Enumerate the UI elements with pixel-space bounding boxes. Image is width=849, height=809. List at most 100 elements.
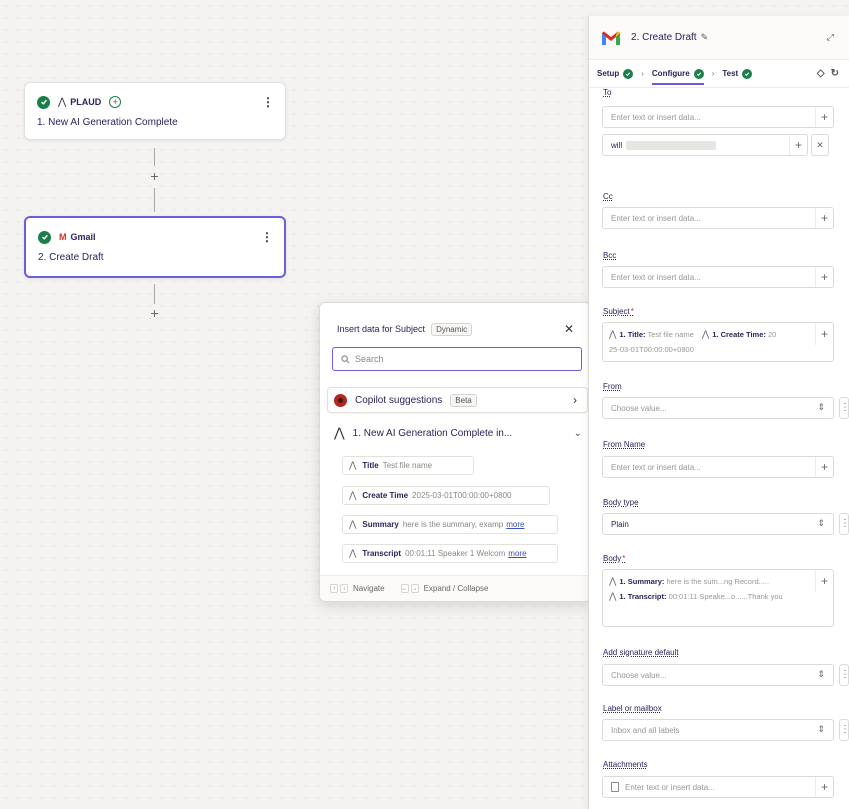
select-arrows-icon: ⇕ — [817, 724, 825, 734]
add-step-plus-icon[interactable]: + — [148, 169, 161, 183]
insert-data-plus-icon[interactable]: + — [815, 457, 833, 477]
tab-test[interactable]: Test — [722, 68, 753, 79]
plaud-logo-icon: ⋀ — [609, 576, 617, 586]
arrow-left-key-icon: ← — [400, 584, 409, 593]
chip-key: 1. Transcript: — [619, 592, 667, 601]
gmail-logo-icon: M — [59, 232, 67, 242]
search-icon — [341, 354, 350, 363]
copilot-label: Copilot suggestions — [355, 394, 443, 406]
data-item-title[interactable]: ⋀ Title Test file name — [342, 456, 474, 475]
add-step-icon[interactable]: + — [109, 96, 122, 108]
plaud-logo-icon: ⋀ — [609, 591, 617, 601]
panel-title: 2. Create Draft — [631, 32, 697, 43]
insert-data-plus-icon[interactable]: + — [789, 135, 807, 155]
check-icon — [38, 230, 51, 244]
chevron-right-icon: › — [711, 69, 715, 78]
body-field[interactable]: ⋀ 1. Summary: here is the sum...ng Record… — [602, 569, 834, 627]
close-icon[interactable]: ✕ — [564, 322, 574, 336]
subject-chip-title[interactable]: ⋀ 1. Title: Test file name — [609, 329, 694, 339]
to-field[interactable]: Enter text or insert data... + — [602, 106, 834, 128]
attachments-placeholder: Enter text or insert data... — [625, 782, 715, 792]
plaud-logo-icon: ⋀ — [609, 329, 617, 339]
insert-data-plus-icon[interactable]: + — [815, 777, 833, 797]
step-card-plaud[interactable]: ⋀ PLAUD + ⋮ 1. New AI Generation Complet… — [24, 82, 286, 140]
subject-chip-create-time[interactable]: ⋀ 1. Create Time: 20 — [702, 329, 777, 339]
from-placeholder: Choose value... — [611, 403, 667, 413]
field-options-icon[interactable]: ⋮ — [839, 397, 849, 419]
plaud-logo-icon: ⋀ — [349, 548, 357, 558]
data-item-transcript[interactable]: ⋀ Transcript 00:01:11 Speaker 1 Welcom m… — [342, 544, 558, 563]
field-options-icon[interactable]: ⋮ — [839, 664, 849, 686]
field-options-icon[interactable]: ⋮ — [839, 719, 849, 741]
chip-value: 00:01:11 Speake...o......Thank you — [668, 592, 783, 601]
plaud-logo-icon: ⋀ — [349, 490, 357, 500]
more-options-icon[interactable]: ⋮ — [261, 230, 273, 244]
body-type-value: Plain — [611, 519, 629, 529]
chevron-right-icon: › — [573, 393, 577, 407]
insert-data-plus-icon[interactable]: + — [815, 323, 833, 345]
mailbox-select[interactable]: Inbox and all labels ⇕ — [602, 719, 834, 741]
field-label-mailbox: Label or mailbox — [603, 704, 662, 713]
check-icon — [37, 95, 50, 109]
remove-recipient-icon[interactable]: ✕ — [811, 134, 829, 156]
body-type-select[interactable]: Plain ⇕ — [602, 513, 834, 535]
arrow-up-key-icon: ↑ — [330, 584, 338, 593]
tab-label: Configure — [651, 69, 690, 78]
data-item-summary[interactable]: ⋀ Summary here is the summary, examp mor… — [342, 515, 558, 534]
connector-line — [154, 284, 155, 304]
step-card-gmail[interactable]: M Gmail ⋮ 2. Create Draft — [24, 216, 286, 278]
signature-select[interactable]: Choose value... ⇕ — [602, 664, 834, 686]
add-step-plus-icon[interactable]: + — [148, 306, 161, 320]
subject-field[interactable]: ⋀ 1. Title: Test file name ⋀ 1. Create Tim… — [602, 322, 834, 362]
arrow-right-key-icon: → — [410, 584, 419, 593]
diamond-icon[interactable]: ◇ — [817, 68, 825, 79]
field-label-attachments: Attachments — [603, 760, 648, 769]
search-input[interactable]: Search — [332, 347, 582, 371]
step-title: 1. New AI Generation Complete — [37, 117, 178, 128]
group-title: 1. New AI Generation Complete in... — [352, 427, 513, 439]
field-label-to: To — [603, 88, 612, 97]
insert-data-plus-icon[interactable]: + — [815, 107, 833, 127]
body-label-text: Body — [603, 554, 622, 563]
gmail-logo-icon — [602, 31, 620, 45]
more-link[interactable]: more — [508, 549, 526, 558]
bcc-field[interactable]: Enter text or insert data... + — [602, 266, 834, 288]
edit-pencil-icon[interactable]: ✎ — [701, 32, 709, 43]
chip-key: 1. Title: — [619, 330, 646, 339]
data-item-value: 2025-03-01T00:00:00+0800 — [412, 491, 512, 500]
more-options-icon[interactable]: ⋮ — [262, 95, 274, 109]
bcc-placeholder: Enter text or insert data... — [611, 272, 701, 282]
insert-data-plus-icon[interactable]: + — [815, 208, 833, 228]
select-arrows-icon: ⇕ — [817, 402, 825, 412]
from-select[interactable]: Choose value... ⇕ — [602, 397, 834, 419]
tab-configure[interactable]: Configure — [651, 68, 704, 85]
insert-data-plus-icon[interactable]: + — [815, 570, 833, 592]
cc-field[interactable]: Enter text or insert data... + — [602, 207, 834, 229]
from-name-field[interactable]: Enter text or insert data... + — [602, 456, 834, 478]
check-icon — [742, 68, 753, 79]
attachments-field[interactable]: Enter text or insert data... + — [602, 776, 834, 798]
to-value-field[interactable]: will + — [602, 134, 808, 156]
select-arrows-icon: ⇕ — [817, 518, 825, 528]
tab-setup[interactable]: Setup — [597, 68, 634, 79]
beta-badge: Beta — [450, 393, 477, 407]
field-label-signature: Add signature default — [603, 648, 679, 657]
step-title: 2. Create Draft — [38, 252, 104, 263]
more-link[interactable]: more — [506, 520, 524, 529]
signature-placeholder: Choose value... — [611, 670, 667, 680]
from-name-placeholder: Enter text or insert data... — [611, 462, 701, 472]
body-chip-transcript[interactable]: ⋀ 1. Transcript: 00:01:11 Speake...o.....… — [609, 589, 805, 604]
insert-data-plus-icon[interactable]: + — [815, 267, 833, 287]
search-placeholder: Search — [355, 354, 384, 364]
field-label-from-name: From Name — [603, 440, 646, 449]
field-options-icon[interactable]: ⋮ — [839, 513, 849, 535]
data-item-create-time[interactable]: ⋀ Create Time 2025-03-01T00:00:00+0800 — [342, 486, 550, 505]
body-chip-summary[interactable]: ⋀ 1. Summary: here is the sum...ng Record… — [609, 574, 805, 589]
chevron-down-icon[interactable]: ⌄ — [574, 428, 582, 439]
copilot-suggestions-button[interactable]: Copilot suggestions Beta › — [327, 387, 588, 413]
required-marker: * — [630, 307, 634, 316]
chip-value: 20 — [767, 330, 777, 339]
expand-icon[interactable]: ⤢ — [827, 32, 835, 43]
step-data-group-header[interactable]: ⋀ 1. New AI Generation Complete in... ⌄ — [334, 425, 582, 441]
refresh-icon[interactable]: ↻ — [831, 68, 839, 79]
